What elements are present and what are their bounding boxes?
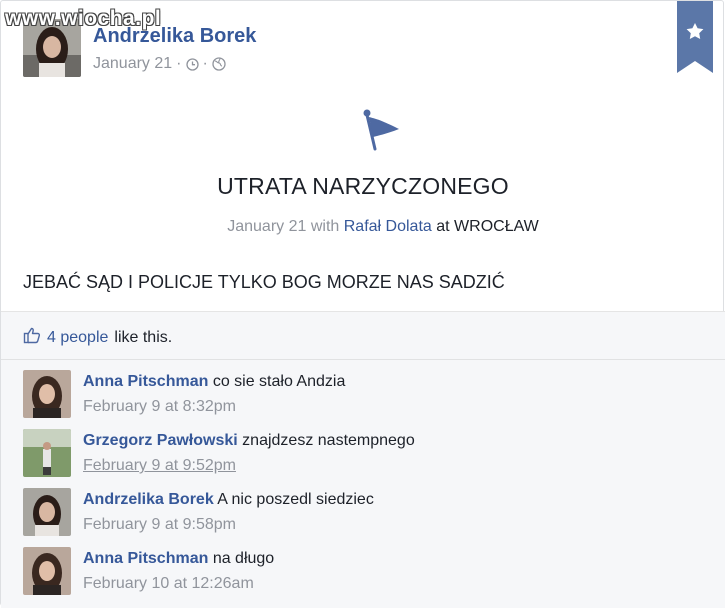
life-event-details: January 21 with Rafał Dolata at WROCŁAW <box>1 218 726 236</box>
event-with-label: with <box>310 218 340 235</box>
comment-item: Andrzelika Borek A nic poszedl siedziec … <box>23 488 713 538</box>
likes-bar: 4 people like this. <box>1 311 725 360</box>
likes-suffix: like this. <box>114 328 173 346</box>
comment-item: Anna Pitschman co sie stało Andzia Febru… <box>23 370 713 420</box>
meta-separator: · <box>176 55 182 72</box>
event-at-label: at <box>436 218 450 235</box>
comment-text: znajdzesz nastempnego <box>242 432 415 449</box>
post-card: www.wiocha.pl Andrzelika Borek January 2… <box>0 0 726 608</box>
bookmark-star-icon[interactable] <box>677 1 713 73</box>
globe-icon[interactable] <box>212 57 226 71</box>
likes-count-link[interactable]: 4 people <box>47 329 108 347</box>
event-date[interactable]: January 21 <box>227 218 306 235</box>
clock-icon <box>185 57 199 71</box>
post-date[interactable]: January 21 <box>93 55 172 73</box>
flag-icon <box>363 109 401 158</box>
comments-section: Anna Pitschman co sie stało Andzia Febru… <box>1 359 725 608</box>
meta-separator: · <box>202 55 208 72</box>
comment-item: Anna Pitschman na długo February 10 at 1… <box>23 547 713 597</box>
comment-text: A nic poszedl siedziec <box>217 491 374 508</box>
commenter-name[interactable]: Anna Pitschman <box>83 550 208 567</box>
comment-item: Grzegorz Pawłowski znajdzesz nastempnego… <box>23 429 713 479</box>
comment-timestamp[interactable]: February 9 at 9:58pm <box>83 516 236 534</box>
comment-timestamp[interactable]: February 10 at 12:26am <box>83 575 254 593</box>
commenter-avatar[interactable] <box>23 547 71 595</box>
commenter-avatar[interactable] <box>23 429 71 477</box>
commenter-name[interactable]: Grzegorz Pawłowski <box>83 432 238 449</box>
comment-timestamp[interactable]: February 9 at 9:52pm <box>83 457 236 475</box>
life-event-title: UTRATA NARZYCZONEGO <box>217 173 509 199</box>
comment-text: na długo <box>212 550 275 567</box>
commenter-avatar[interactable] <box>23 370 71 418</box>
post-meta: January 21 · · <box>93 55 226 73</box>
watermark: www.wiocha.pl <box>5 7 162 30</box>
commenter-name[interactable]: Anna Pitschman <box>83 373 208 390</box>
tagged-person-link[interactable]: Rafał Dolata <box>344 218 432 235</box>
comment-timestamp[interactable]: February 9 at 8:32pm <box>83 398 236 416</box>
commenter-name[interactable]: Andrzelika Borek <box>83 491 214 508</box>
thumbs-up-icon[interactable] <box>23 326 41 349</box>
commenter-avatar[interactable] <box>23 488 71 536</box>
comment-text: co sie stało Andzia <box>212 373 346 390</box>
post-text: JEBAĆ SĄD I POLICJE TYLKO BOG MORZE NAS … <box>23 272 505 292</box>
event-place: WROCŁAW <box>454 218 539 235</box>
